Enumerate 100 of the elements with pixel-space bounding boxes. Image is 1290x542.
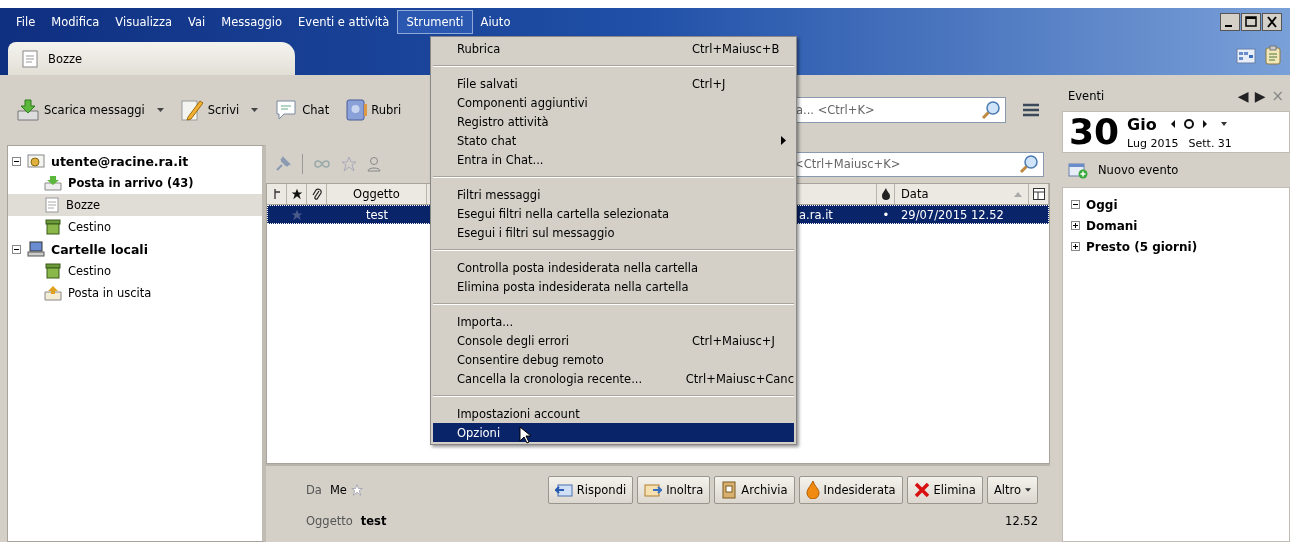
menu-item[interactable]: Console degli errori Ctrl+Maiusc+J <box>433 331 794 350</box>
toolbar-button[interactable]: Scrivi <box>176 96 262 124</box>
menu-item[interactable]: File salvati Ctrl+J <box>433 74 794 93</box>
menu-item[interactable]: Rubrica Ctrl+Maiusc+B <box>433 39 794 58</box>
outbox-icon <box>44 285 62 301</box>
expander-icon[interactable] <box>1071 200 1080 209</box>
header-button[interactable]: Altro <box>986 476 1038 504</box>
toolbar-button[interactable]: Rubri <box>342 96 405 124</box>
toolbar-button[interactable]: Scarica messaggi <box>13 97 167 123</box>
subject-value: test <box>360 514 387 528</box>
day-number: 30 <box>1069 114 1120 150</box>
shortcut-text: Ctrl+Maiusc+Canc <box>685 371 794 386</box>
sort-ascending-icon <box>1014 191 1022 197</box>
week-text: Sett. 31 <box>1188 136 1232 150</box>
clipboard-icon[interactable] <box>1264 45 1282 65</box>
search-icon[interactable] <box>1019 154 1039 174</box>
calendar-icon[interactable] <box>1236 47 1256 65</box>
collapse-icon[interactable] <box>12 156 21 166</box>
folder-item[interactable]: Bozze <box>8 194 262 216</box>
shortcut-text: Ctrl+Maiusc+J <box>692 333 775 348</box>
inbox-icon <box>44 175 62 191</box>
previous-button[interactable]: ◀ <box>1237 88 1249 104</box>
folder-item[interactable]: Cestino <box>8 216 262 238</box>
next-button[interactable]: ▶ <box>1254 88 1266 104</box>
subject-label: Oggetto <box>306 514 353 528</box>
archive-box-icon <box>721 481 738 499</box>
search-icon[interactable] <box>981 100 1001 120</box>
paperclip-icon <box>311 187 322 201</box>
correspondent-text: a.ra.it <box>799 207 833 222</box>
month-text: Lug 2015 <box>1127 136 1179 150</box>
header-button[interactable]: Rispondi <box>547 476 634 504</box>
minimize-icon[interactable] <box>1220 13 1240 31</box>
menu-item[interactable]: Stato chat <box>433 131 794 150</box>
menu-item[interactable]: Opzioni <box>433 423 794 442</box>
event-group[interactable]: Oggi <box>1063 194 1289 215</box>
menu-item[interactable]: Importa... <box>433 312 794 331</box>
shortcut-text: Ctrl+J <box>692 76 726 91</box>
time-text: 12.52 <box>1005 514 1038 528</box>
header-button[interactable]: Indesiderata <box>798 476 903 504</box>
menu-bar-item[interactable]: Visualizza <box>107 11 180 33</box>
menu-item[interactable]: Cancella la cronologia recente... Ctrl+Maiusc+Canc <box>433 369 794 388</box>
folder-tab[interactable]: Bozze <box>8 42 295 75</box>
menu-bar-item[interactable]: Modifica <box>43 11 108 33</box>
column-picker-icon <box>1032 188 1045 200</box>
pencil-paper-icon <box>179 98 204 122</box>
menu-item[interactable]: Impostazioni account <box>433 404 794 423</box>
caret-icon[interactable] <box>1220 122 1227 126</box>
submenu-arrow-icon <box>781 136 786 145</box>
column-header[interactable]: Oggetto <box>327 184 427 204</box>
from-label: Da <box>306 483 322 497</box>
caret-icon <box>1025 488 1031 492</box>
trash-bin-icon <box>44 263 62 279</box>
folder-label[interactable]: Cartelle locali <box>51 241 148 257</box>
star-icon[interactable] <box>291 208 303 221</box>
account-icon <box>27 153 45 169</box>
thread-icon <box>272 188 281 200</box>
new-event-button[interactable]: Nuovo evento <box>1062 153 1290 187</box>
subject-text: test <box>365 207 389 222</box>
menu-item[interactable]: Componenti aggiuntivi <box>433 93 794 112</box>
column-header[interactable]: Data <box>895 184 1029 204</box>
folder-item[interactable]: Posta in arrivo (43) <box>8 172 262 194</box>
header-button[interactable]: Archivia <box>714 476 795 504</box>
menu-item[interactable]: Elimina posta indesiderata nella cartella <box>433 277 794 296</box>
star-icon[interactable] <box>341 156 357 172</box>
star-icon[interactable] <box>350 484 363 496</box>
folder-item[interactable]: Cestino <box>8 260 262 282</box>
collapse-icon[interactable] <box>12 244 21 254</box>
menu-item[interactable]: Registro attività <box>433 112 794 131</box>
speech-bubble-icon <box>274 99 299 121</box>
menu-item[interactable]: Controlla posta indesiderata nella cartella <box>433 258 794 277</box>
menu-item[interactable]: Consentire debug remoto <box>433 350 794 369</box>
expander-icon[interactable] <box>1071 242 1080 251</box>
menu-bar-item[interactable]: Strumenti <box>397 10 473 34</box>
header-button[interactable]: Elimina <box>906 476 983 504</box>
header-button[interactable]: Inoltra <box>637 476 711 504</box>
menu-item[interactable]: Filtri messaggi <box>433 185 794 204</box>
caret-icon[interactable] <box>251 108 259 112</box>
address-book-icon <box>345 98 368 122</box>
date-text: 29/07/2015 12.52 <box>901 207 1004 222</box>
folder-label[interactable]: utente@racine.ra.it <box>51 153 189 169</box>
cross-icon <box>913 482 930 498</box>
expander-icon[interactable] <box>1071 221 1080 230</box>
computer-icon <box>27 241 45 257</box>
menu-bar-item[interactable]: File <box>8 11 44 33</box>
sender-name[interactable]: Me <box>329 483 347 497</box>
event-group[interactable]: Domani <box>1063 215 1289 236</box>
menu-icon[interactable] <box>1022 102 1040 118</box>
pane-title: Eventi <box>1068 89 1105 103</box>
menu-item[interactable]: Esegui i filtri sul messaggio <box>433 223 794 242</box>
event-group[interactable]: Presto (5 giorni) <box>1063 236 1289 257</box>
menu-bar-item[interactable]: Vai <box>180 11 214 33</box>
caret-icon[interactable] <box>156 108 164 112</box>
toolbar-button[interactable]: Chat <box>271 97 333 123</box>
close-icon[interactable] <box>1262 13 1282 31</box>
folder-item[interactable]: Posta in uscita <box>8 282 262 304</box>
menu-bar-item[interactable]: Aiuto <box>472 11 519 33</box>
menu-item[interactable]: Esegui filtri nella cartella selezionata <box>433 204 794 223</box>
menu-bar-item[interactable]: Messaggio <box>213 11 291 33</box>
menu-bar-item[interactable]: Eventi e attività <box>290 11 398 33</box>
maximize-icon[interactable] <box>1241 13 1261 31</box>
